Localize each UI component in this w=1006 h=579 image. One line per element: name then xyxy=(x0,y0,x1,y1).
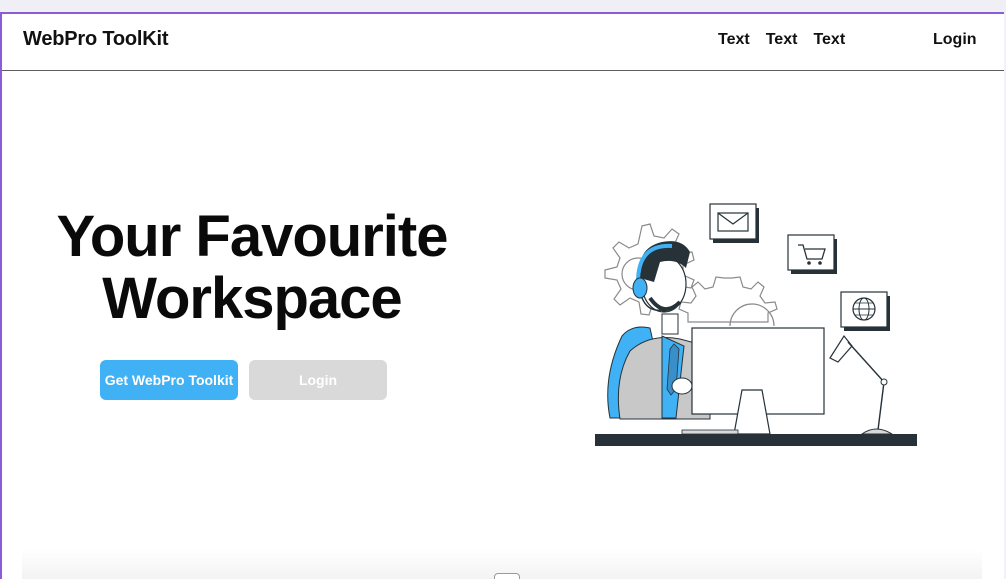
brand-logo-text[interactable]: WebPro ToolKit xyxy=(23,28,169,51)
nav-link-3[interactable]: Text xyxy=(813,31,845,49)
nav-login-link[interactable]: Login xyxy=(933,31,977,49)
scroll-handle[interactable] xyxy=(494,573,520,579)
hero-title-line-1: Your Favourite xyxy=(56,204,449,269)
gear-icon xyxy=(678,276,778,327)
nav-link-2[interactable]: Text xyxy=(766,31,798,49)
navbar: WebPro ToolKit Text Text Text Login xyxy=(2,14,1004,71)
hero-title-line-2: Workspace xyxy=(102,266,402,331)
globe-icon xyxy=(840,291,890,331)
nav-links: Text Text Text xyxy=(718,31,845,49)
hero-login-button[interactable]: Login xyxy=(249,360,387,400)
nav-link-1[interactable]: Text xyxy=(718,31,750,49)
desk-lamp-icon xyxy=(829,334,894,435)
customer-support-illustration xyxy=(595,203,917,446)
get-toolkit-button[interactable]: Get WebPro Toolkit xyxy=(100,360,238,400)
envelope-icon xyxy=(709,203,759,243)
shopping-cart-icon xyxy=(787,234,837,274)
window-top-strip xyxy=(0,0,1006,12)
hero-title: Your Favourite Workspace xyxy=(42,206,462,330)
page-frame: WebPro ToolKit Text Text Text Login Your… xyxy=(0,12,1004,579)
